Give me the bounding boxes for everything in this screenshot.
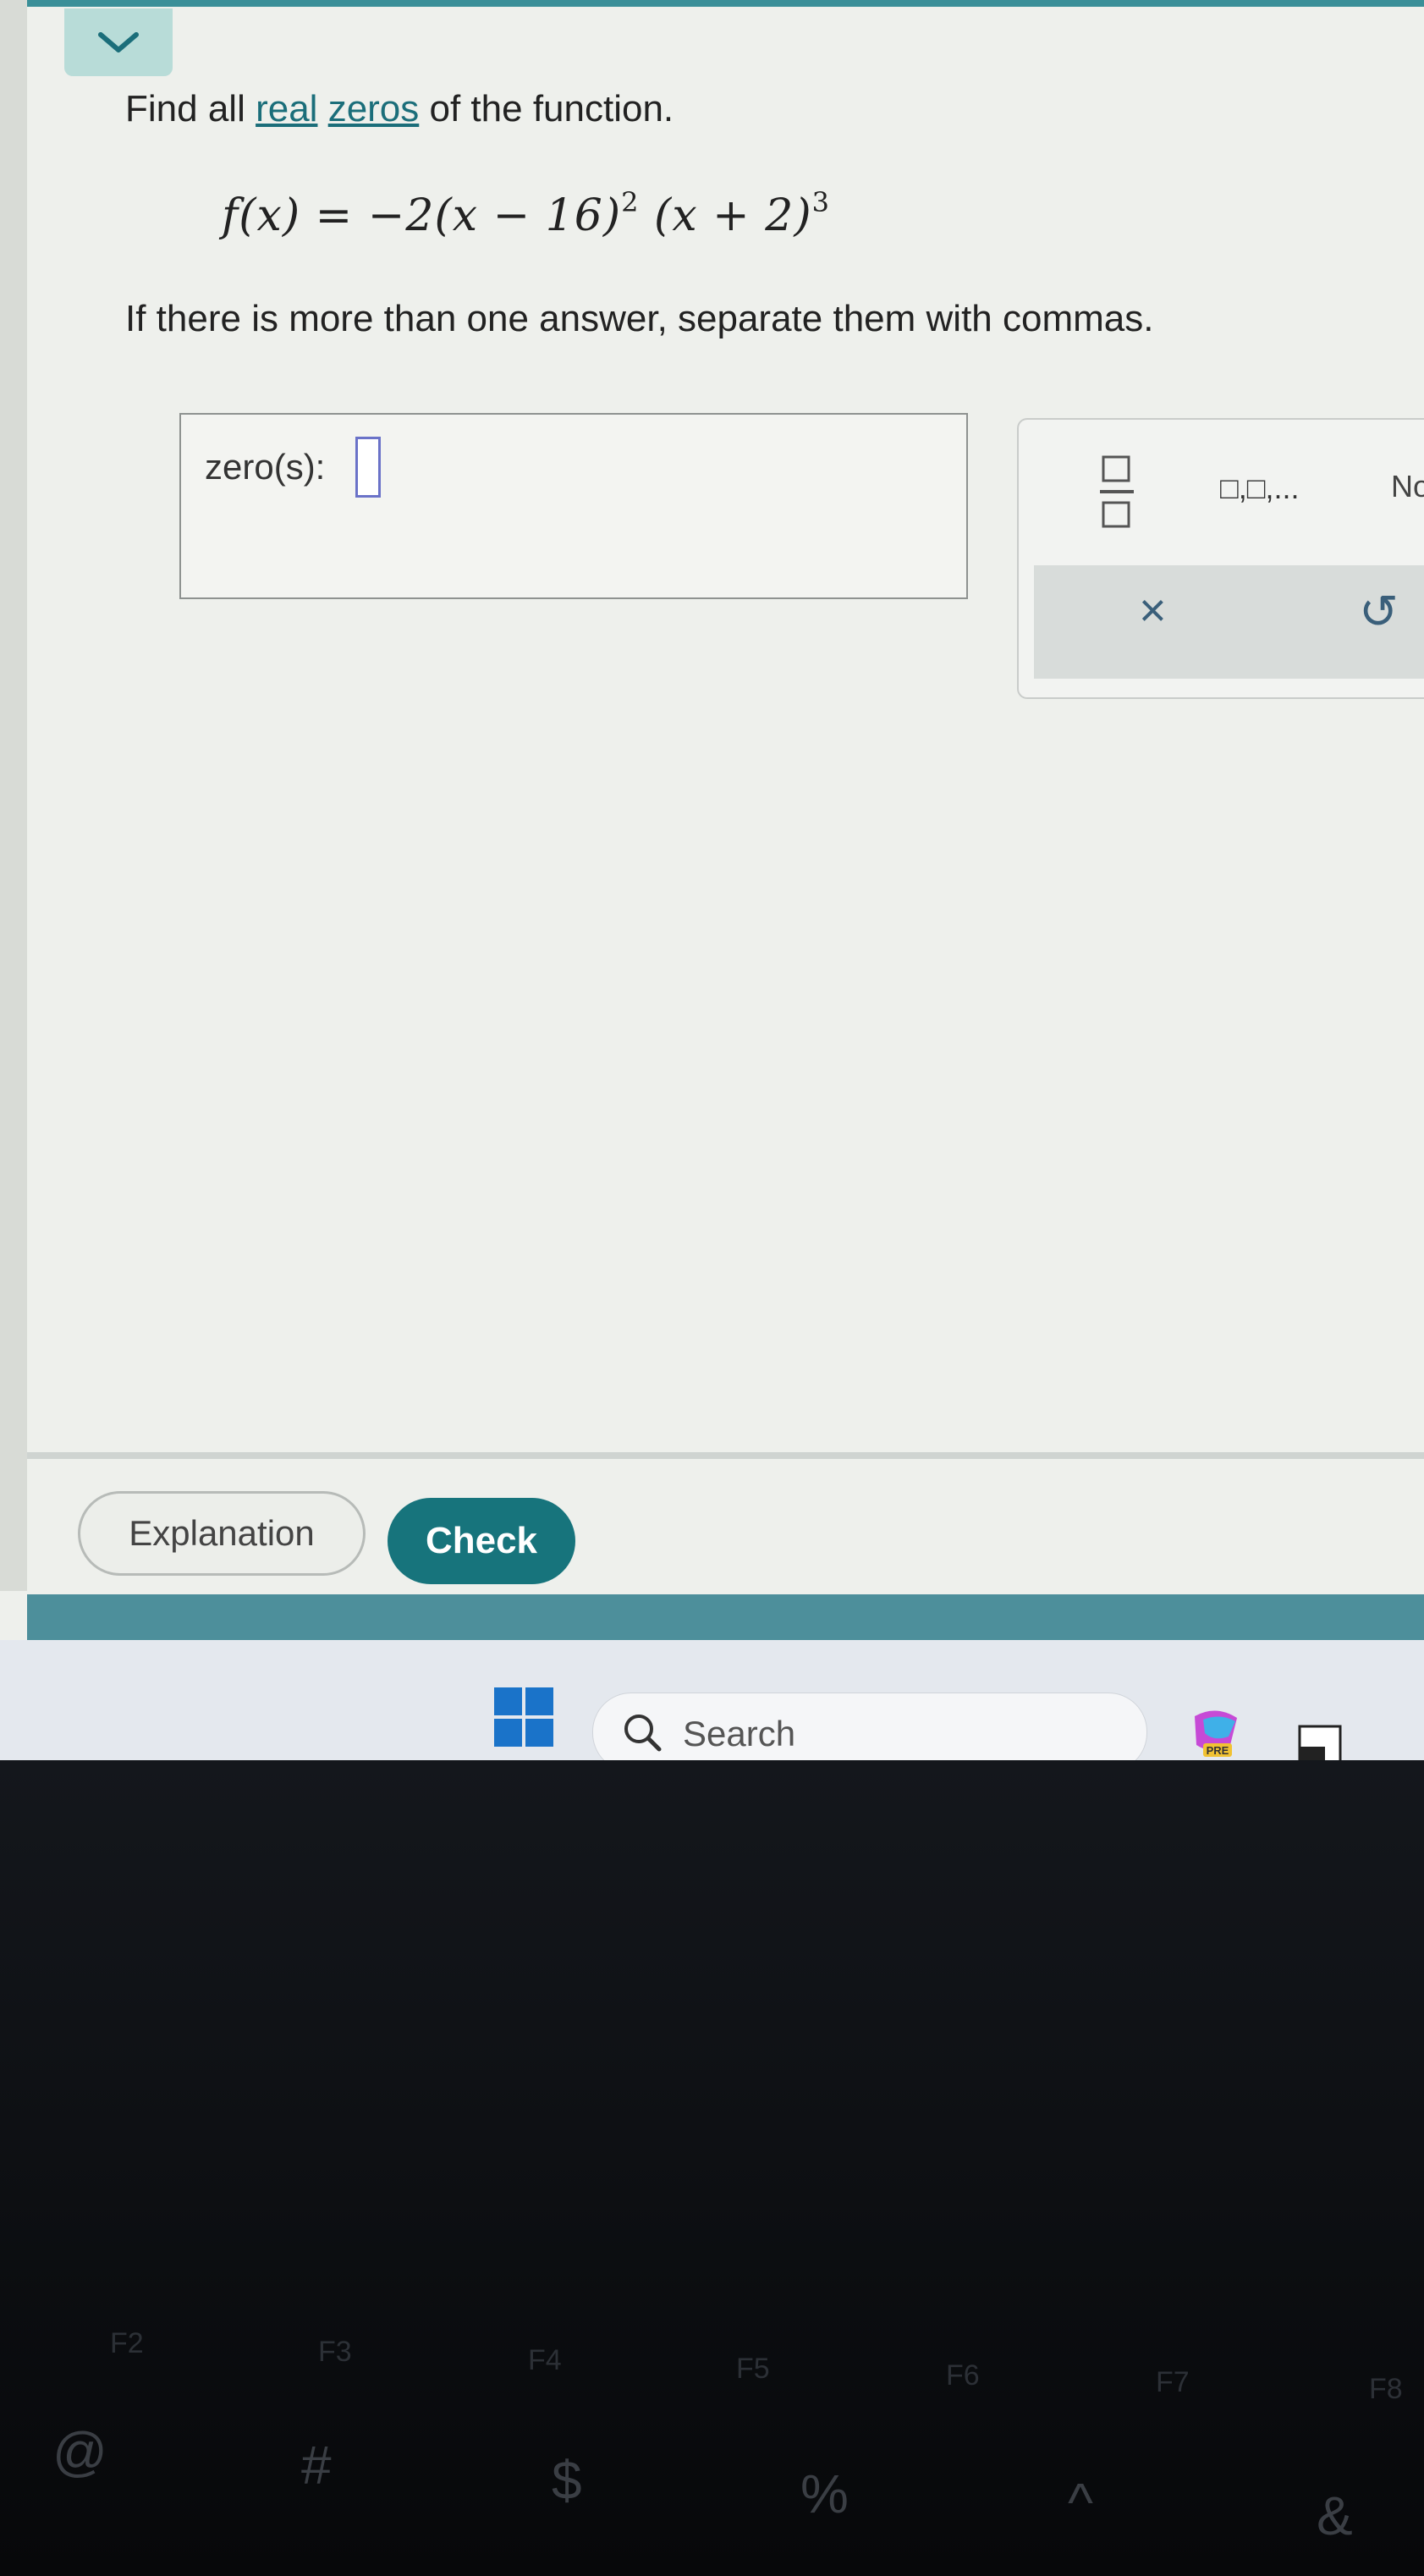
key-f2: F2 [110,2327,144,2359]
fraction-icon [1100,455,1134,528]
clear-button[interactable]: × [1139,582,1167,637]
formula-factor1: (x − 16) [434,190,622,241]
copilot-badge: PRE [1207,1744,1229,1757]
browser-viewport: Find all real zeros of the function. f(x… [0,0,1424,1772]
chevron-down-icon [98,32,139,52]
key-f7: F7 [1156,2366,1190,2398]
answer-label: zero(s): [205,447,326,487]
formula-exp2: 3 [811,186,831,218]
search-icon [624,1715,662,1752]
key-hash: # [301,2435,332,2496]
list-key[interactable]: □,□,... [1220,471,1300,506]
key-f6: F6 [946,2359,980,2392]
key-ampersand: & [1317,2485,1353,2546]
question-prefix: Find all [125,88,256,129]
math-keypad: □,□,... No × ↺ [1017,418,1424,699]
collapse-button[interactable] [64,8,173,76]
laptop-keyboard: F2 F3 F4 F5 F6 F7 F8 @ # $ % ^ & [0,1760,1424,2576]
undo-button[interactable]: ↺ [1359,584,1399,640]
zeros-input[interactable] [355,437,381,498]
function-formula: f(x) = −2(x − 16)2 (x + 2)3 [222,186,830,241]
question-text: Find all real zeros of the function. [125,88,674,130]
key-caret: ^ [1068,2472,1094,2533]
windows-start-icon[interactable] [494,1687,553,1747]
keypad-action-row: × ↺ [1034,565,1424,679]
answer-box: zero(s): [179,413,968,599]
key-f8: F8 [1369,2373,1403,2405]
key-f4: F4 [528,2344,562,2376]
left-edge [0,0,27,1591]
copilot-icon[interactable]: PRE [1186,1708,1245,1762]
key-percent: % [800,2463,849,2524]
question-suffix: of the function. [419,88,674,129]
taskbar: Search PRE [0,1640,1424,1772]
fraction-key[interactable] [1097,454,1137,530]
key-at: @ [52,2421,107,2482]
formula-lhs: f(x) = −2 [222,190,435,241]
instruction-text: If there is more than one answer, separa… [125,298,1154,339]
key-f5: F5 [736,2353,770,2385]
link-real[interactable]: real [256,88,317,129]
explanation-button[interactable]: Explanation [78,1491,366,1576]
top-accent-bar [0,0,1424,7]
windows-logo-icon [494,1687,553,1747]
key-f3: F3 [318,2336,352,2368]
search-placeholder: Search [683,1714,796,1753]
formula-exp1: 2 [621,186,640,218]
formula-factor2: (x + 2) [654,190,812,241]
divider [27,1452,1424,1459]
footer-bar [27,1594,1424,1640]
check-button[interactable]: Check [388,1498,575,1584]
question-space [317,88,327,129]
key-dollar: $ [552,2450,582,2511]
no-solution-key[interactable]: No [1391,469,1424,504]
link-zeros[interactable]: zeros [328,88,420,129]
